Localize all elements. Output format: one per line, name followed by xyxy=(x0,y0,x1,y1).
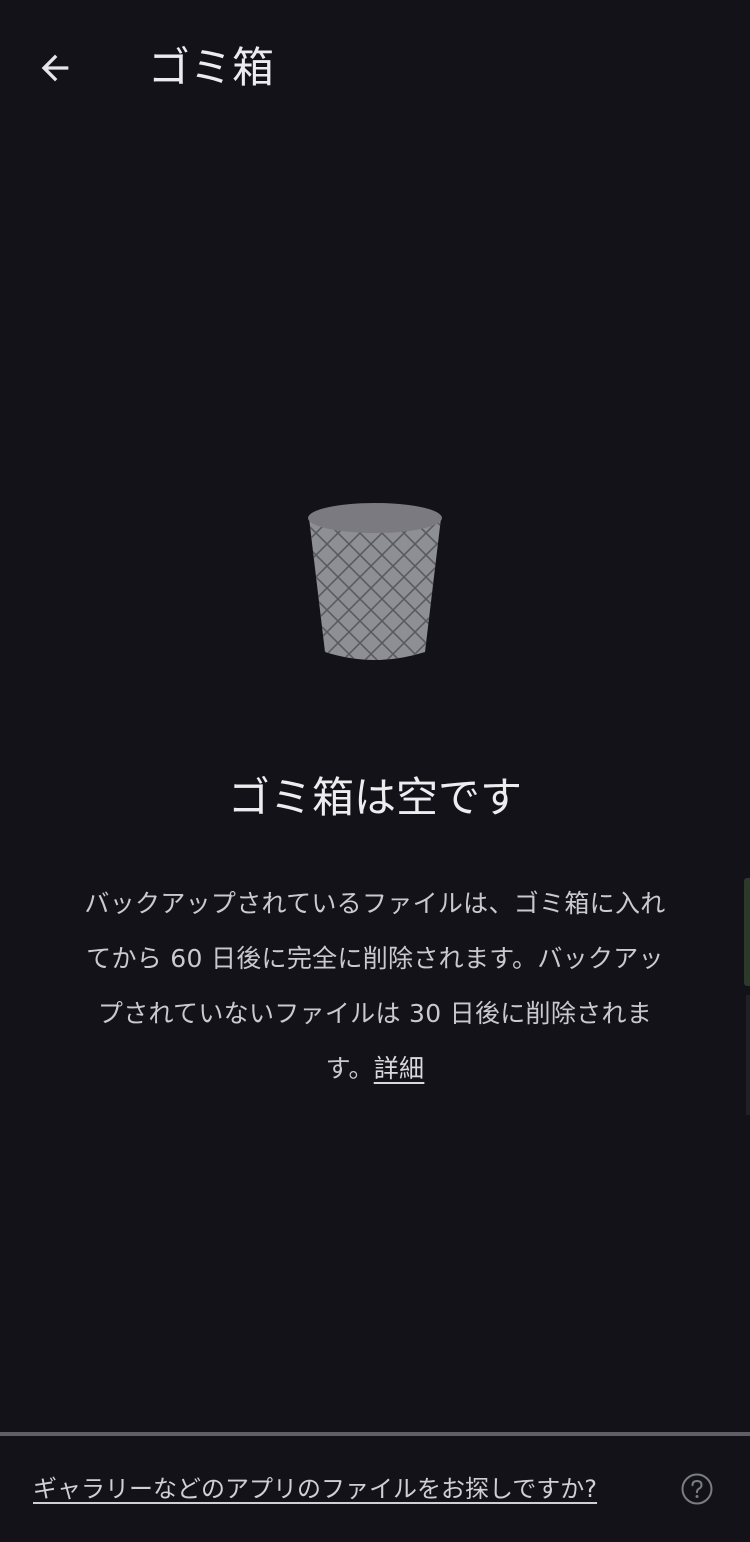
help-circle-icon[interactable] xyxy=(680,1472,714,1506)
back-button[interactable] xyxy=(27,40,83,96)
trash-can-icon xyxy=(308,503,442,660)
empty-state: ゴミ箱は空です バックアップされているファイルは、ゴミ箱に入れてから 60 日後… xyxy=(0,500,750,1096)
find-app-files-link[interactable]: ギャラリーなどのアプリのファイルをお探しですか? xyxy=(33,1472,597,1506)
empty-state-description: バックアップされているファイルは、ゴミ箱に入れてから 60 日後に完全に削除され… xyxy=(75,876,675,1096)
empty-state-title: ゴミ箱は空です xyxy=(227,773,522,822)
arrow-back-icon xyxy=(41,54,69,82)
scroll-track xyxy=(746,995,750,1115)
app-bar: ゴミ箱 xyxy=(0,0,750,134)
footer: ギャラリーなどのアプリのファイルをお探しですか? xyxy=(0,1436,750,1542)
scroll-indicator xyxy=(744,878,750,986)
learn-more-link[interactable]: 詳細 xyxy=(374,1054,425,1083)
page-title: ゴミ箱 xyxy=(148,43,275,92)
